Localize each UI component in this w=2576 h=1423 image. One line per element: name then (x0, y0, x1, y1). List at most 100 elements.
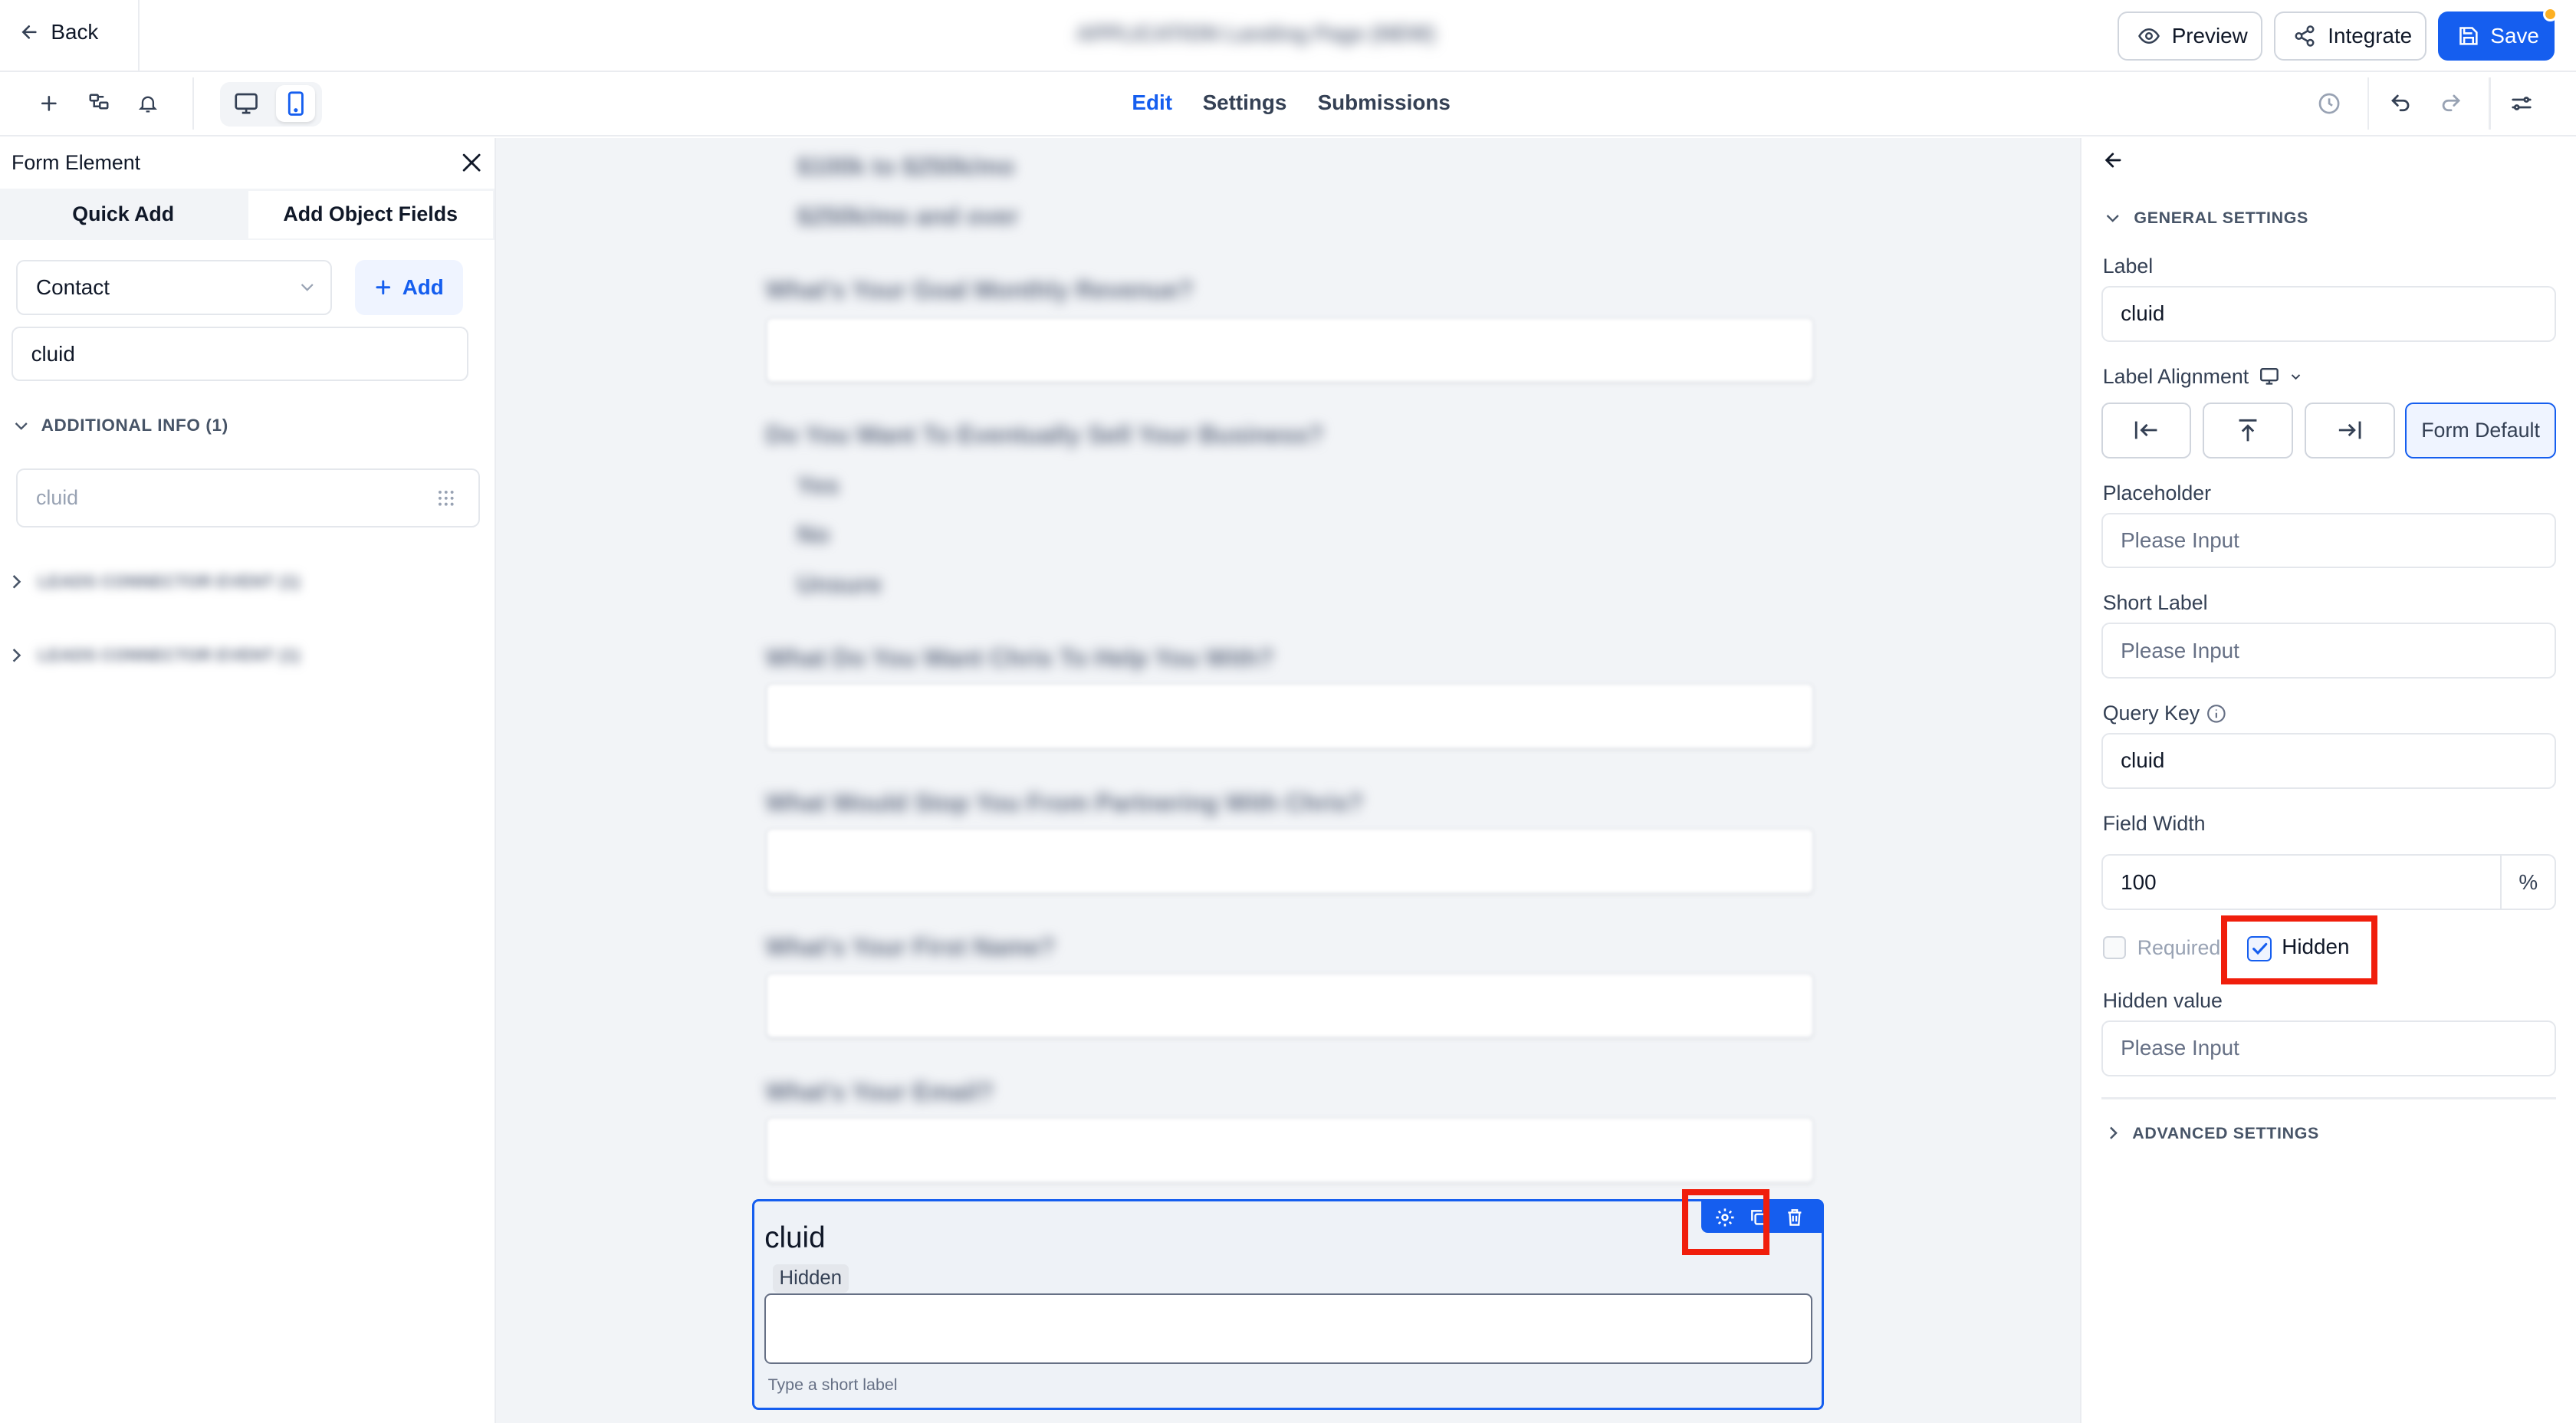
page-title[interactable]: APPLICATION Landing Page (NEW) (1076, 21, 1500, 48)
form-input[interactable] (765, 317, 1814, 383)
tab-edit[interactable]: Edit (1132, 90, 1172, 115)
short-label-input[interactable]: Please Input (2101, 623, 2557, 679)
desktop-icon[interactable] (2259, 366, 2280, 386)
form-input[interactable] (765, 683, 1814, 750)
required-checkbox[interactable] (2102, 936, 2126, 960)
hidden-value-title: Hidden value (2102, 989, 2223, 1012)
history-icon[interactable] (2315, 89, 2344, 119)
form-canvas: $100k to $250k/mo $250k/mo and over What… (496, 138, 2080, 1423)
tab-settings[interactable]: Settings (1203, 90, 1287, 115)
share-icon (2293, 25, 2316, 48)
object-select[interactable]: Contact (16, 259, 332, 316)
top-bar: Back APPLICATION Landing Page (NEW) Prev… (0, 0, 2576, 73)
chevron-down-icon[interactable] (2290, 372, 2302, 382)
field-label: cluid (764, 1221, 826, 1254)
close-icon[interactable] (458, 150, 485, 176)
highlight-box-settings (1682, 1189, 1769, 1256)
general-settings-header[interactable]: GENERAL SETTINGS (2104, 209, 2308, 228)
question-label: Do You Want To Eventually Sell Your Busi… (765, 420, 1324, 449)
sliders-icon[interactable] (2507, 89, 2537, 119)
option-text[interactable]: Unsure (797, 570, 882, 599)
unit-label: % (2500, 856, 2555, 909)
desktop-icon[interactable] (232, 89, 261, 119)
layers-icon[interactable] (84, 89, 113, 119)
bell-icon[interactable] (133, 89, 163, 119)
tab-quick-add[interactable]: Quick Add (0, 191, 246, 238)
form-input[interactable] (765, 828, 1814, 894)
form-element-panel: Form Element Quick Add Add Object Fields… (0, 138, 497, 1423)
redo-icon[interactable] (2436, 89, 2466, 119)
question-label: What Do You Want Chris To Help You With? (765, 644, 1274, 672)
align-top-icon (2236, 417, 2259, 443)
divider (2489, 77, 2491, 130)
short-label-title: Short Label (2102, 591, 2208, 615)
field-input[interactable] (764, 1293, 1813, 1365)
label-input[interactable]: cluid (2101, 285, 2557, 342)
align-right-button[interactable] (2305, 403, 2396, 458)
question-label: What's Your Email? (765, 1077, 994, 1106)
unsaved-indicator (2543, 6, 2558, 21)
advanced-settings-header[interactable]: ADVANCED SETTINGS (2108, 1124, 2319, 1143)
option-text[interactable]: Yes (797, 472, 839, 500)
chevron-down-icon (13, 419, 29, 432)
hidden-badge: Hidden (772, 1264, 849, 1293)
form-input[interactable] (765, 972, 1814, 1039)
option-text: $250k/mo and over (797, 202, 1019, 230)
trash-icon[interactable] (1785, 1207, 1805, 1228)
chevron-down-icon (2104, 212, 2121, 225)
field-width-title: Field Width (2102, 811, 2206, 835)
question-label: What Would Stop You From Partnering With… (765, 788, 1364, 817)
align-left-button[interactable] (2101, 403, 2192, 458)
back-button[interactable]: Back (20, 20, 98, 44)
placeholder-input[interactable]: Please Input (2101, 512, 2557, 569)
form-input[interactable] (765, 1117, 1814, 1183)
save-icon (2458, 25, 2479, 47)
arrow-left-icon (20, 22, 40, 42)
search-input[interactable]: cluid (12, 327, 468, 382)
field-settings-panel: GENERAL SETTINGS Label cluid Label Align… (2079, 138, 2576, 1423)
label-title: Label (2102, 255, 2154, 278)
add-button[interactable]: Add (354, 259, 464, 316)
save-button[interactable]: Save (2438, 12, 2555, 61)
option-text[interactable]: No (797, 521, 830, 549)
arrow-left-icon[interactable] (2103, 150, 2124, 171)
plus-icon (374, 278, 393, 297)
question-label: What's Your Goal Monthly Revenue? (765, 276, 1194, 304)
query-key-title: Query Key (2103, 702, 2226, 725)
group-additional-info[interactable]: ADDITIONAL INFO (1) (13, 416, 228, 435)
tab-submissions[interactable]: Submissions (1318, 90, 1451, 115)
preview-button[interactable]: Preview (2118, 12, 2262, 61)
chevron-right-icon (2108, 1125, 2119, 1141)
chevron-right-icon (10, 646, 23, 665)
field-width-input[interactable]: 100 % (2101, 854, 2557, 911)
mobile-icon[interactable] (281, 89, 310, 119)
undo-icon[interactable] (2385, 89, 2415, 119)
form-default-button[interactable]: Form Default (2404, 403, 2557, 458)
highlight-box-hidden (2220, 915, 2377, 984)
divider (138, 0, 140, 73)
align-top-button[interactable] (2203, 403, 2294, 458)
chevron-right-icon (10, 573, 23, 591)
info-icon[interactable] (2206, 704, 2226, 724)
query-key-input[interactable]: cluid (2101, 732, 2557, 789)
panel-title: Form Element (12, 151, 141, 175)
option-text: $100k to $250k/mo (797, 153, 1015, 181)
hidden-value-input[interactable]: Please Input (2101, 1020, 2557, 1076)
chevron-down-icon (299, 281, 315, 294)
plus-icon[interactable] (34, 89, 64, 119)
group-collapsed-2[interactable]: LEADS CONNECTOR EVENT (1) (10, 646, 300, 665)
eye-icon (2137, 25, 2160, 48)
drag-handle-icon[interactable] (437, 489, 455, 508)
selected-field-card[interactable]: cluid Hidden Type a short label (752, 1199, 1824, 1410)
divider (192, 77, 194, 130)
group-collapsed-1[interactable]: LEADS CONNECTOR EVENT (1) (10, 572, 300, 592)
align-left-icon (2133, 419, 2159, 442)
tab-add-object-fields[interactable]: Add Object Fields (248, 190, 493, 238)
field-item-cluid[interactable]: cluid (16, 468, 480, 527)
placeholder-title: Placeholder (2102, 481, 2212, 504)
toolbar: Edit Settings Submissions (0, 72, 2576, 136)
integrate-button[interactable]: Integrate (2273, 12, 2426, 61)
divider (2101, 1097, 2557, 1099)
helper-text: Type a short label (767, 1375, 898, 1395)
align-right-icon (2337, 419, 2363, 442)
